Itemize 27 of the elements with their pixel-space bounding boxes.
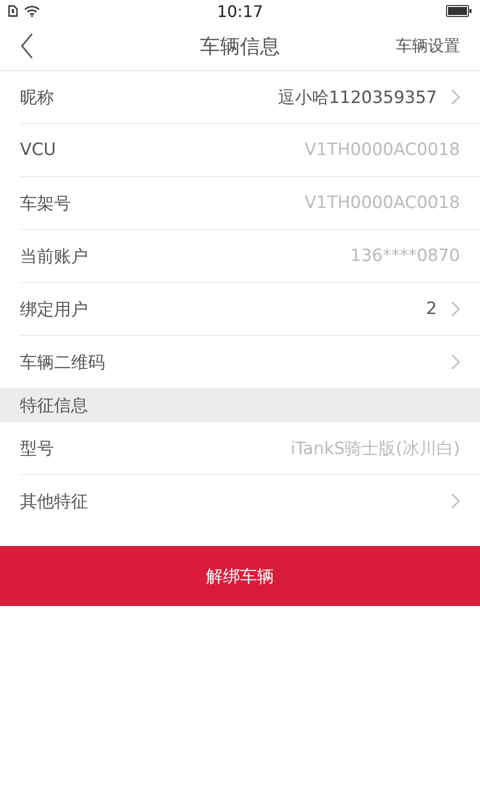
back-button[interactable] — [20, 33, 34, 59]
row-label: 型号 — [20, 438, 55, 460]
sim-icon — [8, 5, 18, 17]
row-label: VCU — [20, 140, 57, 160]
row-label: 车架号 — [20, 192, 72, 214]
row-label: 绑定用户 — [20, 298, 89, 320]
row-label: 车辆二维码 — [20, 352, 106, 374]
unbind-button[interactable]: 解绑车辆 — [0, 546, 480, 606]
row-label: 其他特征 — [20, 490, 89, 512]
vehicle-settings-button[interactable]: 车辆设置 — [396, 36, 460, 56]
wifi-icon — [24, 5, 40, 17]
row-label: 昵称 — [20, 86, 55, 108]
row-value: 逗小哈1120359357 — [278, 86, 437, 108]
row-value: 136****0870 — [350, 246, 460, 266]
chevron-right-icon[interactable] — [451, 493, 460, 509]
chevron-right-icon[interactable] — [451, 89, 460, 105]
row-value: iTankS骑士版(冰川白) — [290, 438, 460, 460]
row-value: V1TH0000AC0018 — [304, 193, 460, 213]
row-value: 2 — [426, 299, 437, 319]
row-value: V1TH0000AC0018 — [304, 140, 460, 160]
page-title: 车辆信息 — [200, 32, 280, 60]
section-header: 特征信息 — [0, 388, 480, 422]
status-time: 10:17 — [216, 2, 264, 20]
chevron-right-icon[interactable] — [451, 354, 460, 370]
battery-icon — [446, 5, 472, 17]
row-label: 当前账户 — [20, 246, 89, 268]
chevron-right-icon[interactable] — [451, 301, 460, 317]
